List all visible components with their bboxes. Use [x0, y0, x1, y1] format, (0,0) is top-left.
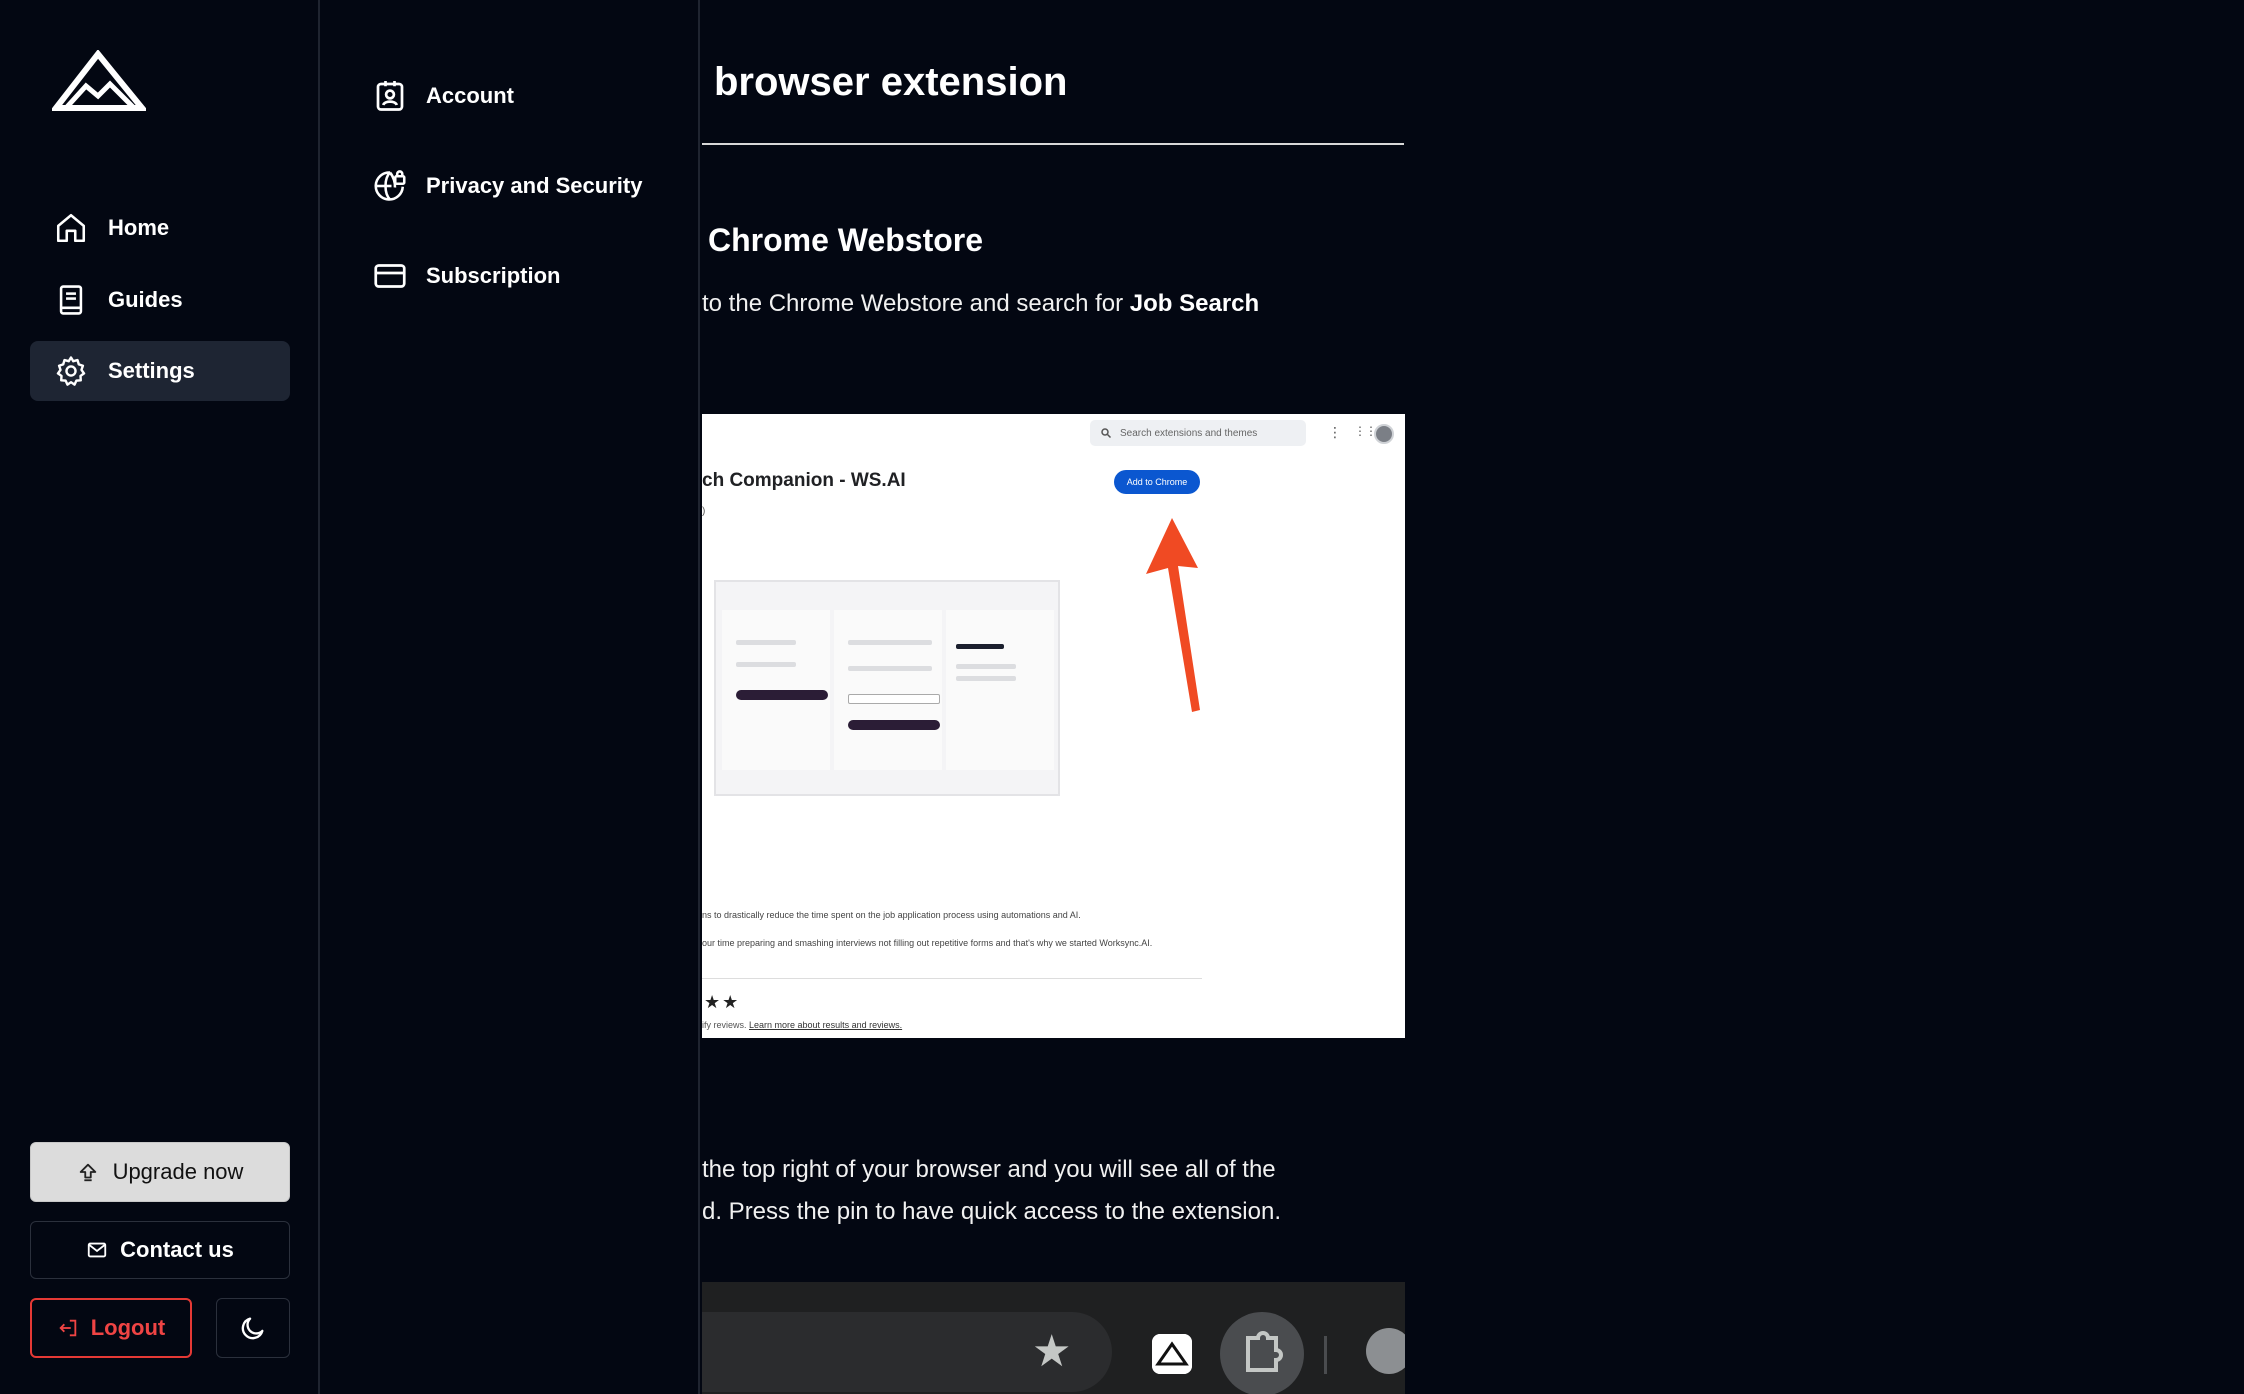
- toolbar-separator: [1324, 1336, 1327, 1374]
- settings-item-subscription[interactable]: Subscription: [372, 254, 560, 298]
- search-icon: [1101, 428, 1112, 439]
- logout-icon: [59, 1319, 76, 1337]
- logout-button[interactable]: Logout: [30, 1298, 192, 1358]
- settings-label-privacy: Privacy and Security: [426, 173, 643, 198]
- description-line-1: ns to drastically reduce the time spent …: [702, 910, 1081, 920]
- preview-card-login: [722, 610, 830, 770]
- logout-label: Logout: [90, 1315, 166, 1340]
- bookmark-star-icon: ★: [1032, 1327, 1072, 1376]
- rating-stars: ★★: [704, 992, 741, 1012]
- article-title: browser extension: [714, 60, 1068, 104]
- nav-label-home: Home: [108, 215, 170, 240]
- theme-toggle-button[interactable]: [216, 1298, 290, 1358]
- settings-menu: Account Privacy and Security Subscriptio…: [322, 0, 700, 1394]
- globe-lock-icon: [374, 170, 406, 201]
- screenshot-divider: [702, 978, 1202, 979]
- webstore-search-bar: Search extensions and themes: [1090, 420, 1306, 446]
- upgrade-now-button[interactable]: Upgrade now: [30, 1142, 290, 1202]
- step1-text-plain: to the Chrome Webstore and search for: [702, 290, 1130, 317]
- step1-text-bold: Job Search: [1129, 290, 1260, 317]
- title-divider: [702, 143, 1404, 145]
- nav-label-guides: Guides: [108, 287, 183, 312]
- pointer-arrow-icon: [1146, 518, 1200, 712]
- gear-icon: [56, 356, 86, 386]
- moon-icon: [241, 1317, 264, 1340]
- app-root: Home Guides Settings Upgrade now Contact…: [0, 0, 2244, 1394]
- settings-item-privacy[interactable]: Privacy and Security: [372, 164, 642, 208]
- step1-heading: Chrome Webstore: [708, 222, 984, 258]
- upgrade-arrow-icon: [79, 1163, 96, 1182]
- settings-item-account[interactable]: Account: [372, 74, 514, 118]
- upgrade-label: Upgrade now: [112, 1159, 244, 1184]
- reviews-prefix: ify reviews.: [702, 1020, 750, 1030]
- nav-item-home[interactable]: Home: [30, 198, 290, 258]
- contact-us-button[interactable]: Contact us: [30, 1221, 290, 1279]
- profile-avatar: [1374, 424, 1394, 444]
- add-to-chrome-button: Add to Chrome: [1114, 470, 1200, 494]
- description-line-2: our time preparing and smashing intervie…: [702, 938, 1153, 948]
- extension-meta: ): [702, 506, 706, 517]
- id-card-icon: [376, 81, 404, 111]
- nav-item-guides[interactable]: Guides: [30, 270, 290, 330]
- webstore-screenshot: Search extensions and themes ⋮ ⋮⋮⋮ ch Co…: [702, 414, 1405, 1038]
- webstore-search-placeholder: Search extensions and themes: [1120, 427, 1258, 439]
- nav-item-settings[interactable]: Settings: [30, 341, 290, 401]
- mountain-logo-icon[interactable]: [52, 50, 146, 112]
- extensions-puzzle-icon: [1220, 1312, 1304, 1394]
- home-icon: [56, 213, 86, 243]
- preview-card-form: [834, 610, 942, 770]
- extension-name: ch Companion - WS.AI: [702, 470, 906, 491]
- preview-card-settings: [946, 610, 1054, 770]
- profile-avatar-toolbar: [1366, 1328, 1405, 1374]
- guide-article: browser extension Chrome Webstore to the…: [702, 0, 2244, 1394]
- step2-text-line-2: d. Press the pin to have quick access to…: [702, 1198, 1281, 1225]
- settings-label-subscription: Subscription: [426, 263, 561, 288]
- kebab-menu-icon: ⋮: [1328, 424, 1342, 440]
- book-icon: [59, 285, 83, 315]
- mail-icon: [87, 1242, 107, 1258]
- step1-text: to the Chrome Webstore and search for Jo…: [702, 290, 1259, 318]
- step2-text-line-1: the top right of your browser and you wi…: [702, 1156, 1276, 1183]
- extension-preview-image: [714, 580, 1060, 796]
- reviews-link: Learn more about results and reviews.: [749, 1020, 903, 1030]
- contact-label: Contact us: [120, 1237, 234, 1262]
- reviews-note: ify reviews. Learn more about results an…: [702, 1020, 902, 1030]
- mountain-extension-icon: [1152, 1334, 1192, 1374]
- sidebar: Home Guides Settings Upgrade now Contact…: [0, 0, 320, 1394]
- chrome-toolbar-screenshot: ★: [702, 1282, 1405, 1394]
- credit-card-icon: [374, 264, 406, 288]
- nav-label-settings: Settings: [108, 358, 195, 383]
- settings-label-account: Account: [426, 83, 514, 108]
